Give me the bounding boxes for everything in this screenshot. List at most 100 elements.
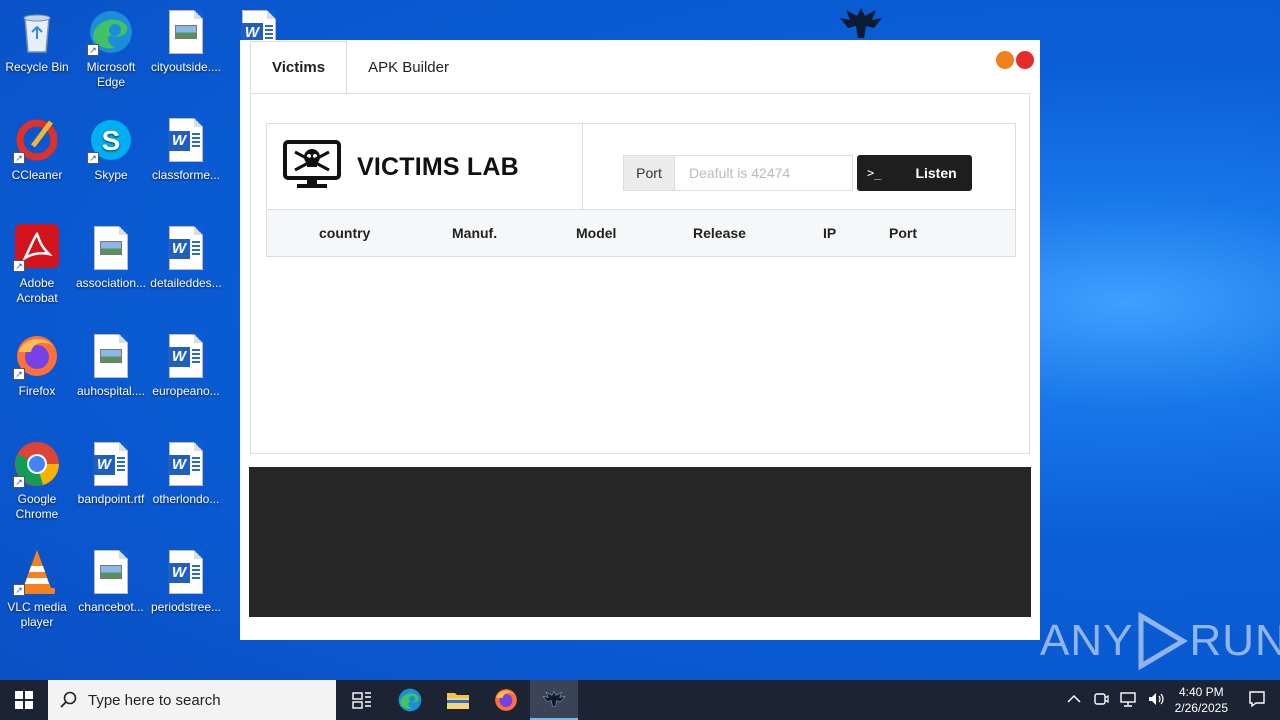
desktop-icon-bandpoint[interactable]: W bandpoint.rtf xyxy=(74,440,148,507)
image-file-icon xyxy=(87,224,135,272)
shortcut-arrow-icon: ↗ xyxy=(87,152,99,164)
card-header: VICTIMS LAB Port >_ Listen xyxy=(267,124,1015,210)
desktop-icon-recycle-bin[interactable]: Recycle Bin xyxy=(0,8,74,75)
shortcut-arrow-icon: ↗ xyxy=(13,152,25,164)
desktop-icon-google-chrome[interactable]: ↗ Google Chrome xyxy=(0,440,74,522)
chevron-up-icon[interactable] xyxy=(1067,693,1081,707)
desktop-icon-ccleaner[interactable]: ↗ CCleaner xyxy=(0,116,74,183)
volume-icon[interactable] xyxy=(1147,691,1165,710)
task-view-button[interactable] xyxy=(338,680,386,720)
task-view-icon xyxy=(352,692,371,709)
brand: VICTIMS LAB xyxy=(267,124,583,210)
chrome-icon: ↗ xyxy=(13,440,61,488)
listen-label: Listen xyxy=(915,165,957,181)
desktop-icon-microsoft-edge[interactable]: ↗ Microsoft Edge xyxy=(74,8,148,90)
desktop-icon-adobe-acrobat[interactable]: ↗ Adobe Acrobat xyxy=(0,224,74,306)
search-placeholder: Type here to search xyxy=(88,691,221,709)
word-document-icon: W xyxy=(162,116,210,164)
network-icon[interactable] xyxy=(1119,691,1137,710)
victims-table-header: country Manuf. Model Release IP Port xyxy=(267,210,1015,256)
window-controls xyxy=(996,51,1034,69)
skype-icon: S ↗ xyxy=(87,116,135,164)
skull-monitor-icon xyxy=(283,139,341,195)
desktop-icon-vlc[interactable]: ↗ VLC media player xyxy=(0,548,74,630)
desktop-icon-otherlondo[interactable]: W otherlondo... xyxy=(149,440,223,507)
desktop-icon-chancebot[interactable]: chancebot... xyxy=(74,548,148,615)
desktop-icon-label: chancebot... xyxy=(78,600,144,614)
tab-victims[interactable]: Victims xyxy=(250,41,348,94)
desktop-icon-classforme[interactable]: W classforme... xyxy=(149,116,223,183)
clock-date: 2/26/2025 xyxy=(1174,701,1228,715)
folder-icon xyxy=(447,693,469,709)
image-file-icon xyxy=(87,332,135,380)
svg-text:S: S xyxy=(102,125,121,156)
clock[interactable]: 4:40 PM 2/26/2025 xyxy=(1175,684,1228,716)
port-input-group: Port >_ Listen xyxy=(623,155,972,191)
desktop-icon-label: detaileddes... xyxy=(150,276,222,290)
minimize-dot[interactable] xyxy=(996,51,1014,69)
column-header-country[interactable]: country xyxy=(319,225,370,241)
desktop-icon-label: VLC media player xyxy=(7,600,67,629)
edge-icon: ↗ xyxy=(87,8,135,56)
tab-apk-builder[interactable]: APK Builder xyxy=(347,41,470,94)
column-header-release[interactable]: Release xyxy=(693,225,746,241)
desktop-icon-label: association... xyxy=(75,276,147,290)
desktop-icon-periodstree[interactable]: W periodstree... xyxy=(149,548,223,615)
clock-time: 4:40 PM xyxy=(1178,685,1224,699)
desktop-icon-firefox[interactable]: ↗ Firefox xyxy=(0,332,74,399)
system-tray: 4:40 PM 2/26/2025 xyxy=(1067,680,1280,720)
search-icon xyxy=(60,691,77,708)
taskbar-file-explorer[interactable] xyxy=(434,680,482,720)
desktop-icon-label: periodstree... xyxy=(150,600,222,614)
desktop-icon-label: bandpoint.rtf xyxy=(77,492,145,506)
desktop-icon-cityoutside[interactable]: cityoutside.... xyxy=(149,8,223,75)
port-input[interactable] xyxy=(675,155,853,191)
word-document-icon: W xyxy=(162,224,210,272)
desktop-icon-label: europeano... xyxy=(152,384,220,398)
desktop-icon-label: CCleaner xyxy=(11,168,63,182)
eagle-app-icon xyxy=(542,690,566,708)
meet-now-icon[interactable] xyxy=(1093,691,1109,710)
desktop-icon-label: Firefox xyxy=(18,384,56,398)
close-dot[interactable] xyxy=(1016,51,1034,69)
shortcut-arrow-icon: ↗ xyxy=(87,44,99,56)
image-file-icon xyxy=(162,8,210,56)
desktop-icon-label: Google Chrome xyxy=(15,492,59,521)
taskbar-edge[interactable] xyxy=(386,680,434,720)
desktop-icon-europeano[interactable]: W europeano... xyxy=(149,332,223,399)
desktop-icon-label: auhospital.... xyxy=(76,384,146,398)
taskbar: Type here to search 4:40 PM 2/26/2025 xyxy=(0,680,1280,720)
firefox-icon xyxy=(495,689,517,711)
column-header-port[interactable]: Port xyxy=(889,225,917,241)
edge-icon xyxy=(398,688,422,712)
shortcut-arrow-icon: ↗ xyxy=(13,260,25,272)
desktop-icon-label: Recycle Bin xyxy=(5,60,69,74)
desktop-icon-association[interactable]: association... xyxy=(74,224,148,291)
column-header-ip[interactable]: IP xyxy=(823,225,836,241)
anyrun-watermark: ANY RUN xyxy=(1040,612,1280,670)
start-button[interactable] xyxy=(0,680,48,720)
listen-button[interactable]: >_ Listen xyxy=(857,155,972,191)
log-console[interactable] xyxy=(249,467,1031,617)
tab-bar: Victims APK Builder xyxy=(250,41,470,94)
image-file-icon xyxy=(87,548,135,596)
desktop-icon-detaileddes[interactable]: W detaileddes... xyxy=(149,224,223,291)
desktop-icon-label: Adobe Acrobat xyxy=(16,276,58,305)
port-label: Port xyxy=(623,155,675,191)
taskbar-firefox[interactable] xyxy=(482,680,530,720)
word-document-icon: W xyxy=(162,332,210,380)
shortcut-arrow-icon: ↗ xyxy=(13,584,25,596)
taskbar-search[interactable]: Type here to search xyxy=(48,680,336,720)
windows-logo-icon xyxy=(15,691,33,709)
desktop-icon-skype[interactable]: S ↗ Skype xyxy=(74,116,148,183)
desktop-icon-auhospital[interactable]: auhospital.... xyxy=(74,332,148,399)
column-header-model[interactable]: Model xyxy=(576,225,616,241)
column-header-manufacturer[interactable]: Manuf. xyxy=(452,225,497,241)
notifications-icon[interactable] xyxy=(1248,690,1266,711)
adobe-acrobat-icon: ↗ xyxy=(13,224,61,272)
word-document-icon: W xyxy=(162,548,210,596)
desktop-icon-label: cityoutside.... xyxy=(150,60,222,74)
victims-panel: VICTIMS LAB Port >_ Listen country Manuf… xyxy=(250,93,1030,454)
taskbar-rat-app[interactable] xyxy=(530,680,578,720)
page-title: VICTIMS LAB xyxy=(357,152,519,181)
